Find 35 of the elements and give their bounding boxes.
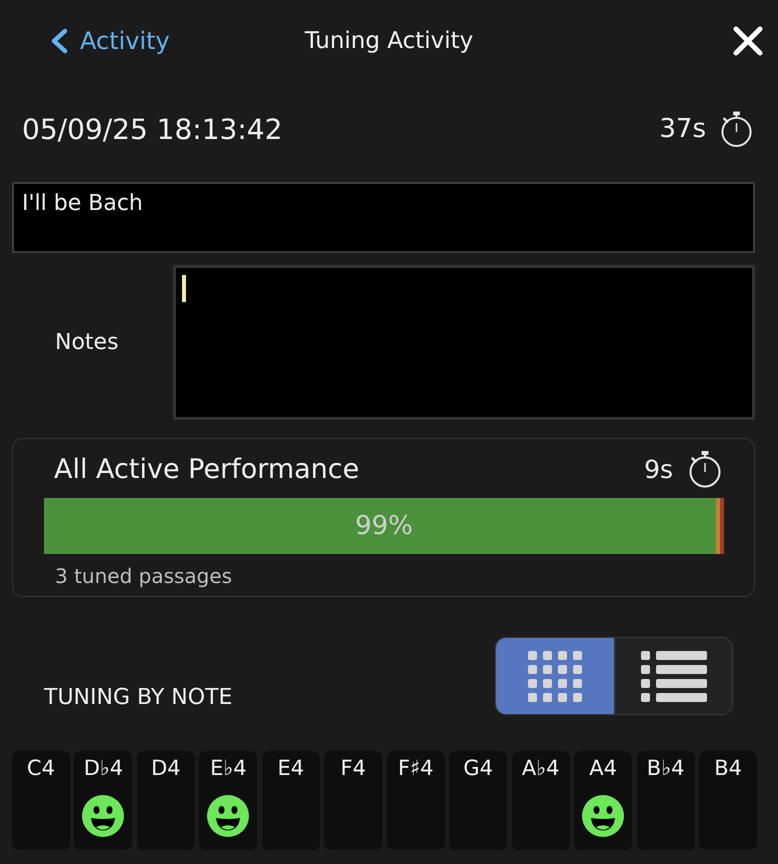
note-label: B♭4 bbox=[646, 756, 684, 780]
close-icon[interactable] bbox=[733, 26, 763, 56]
notes-label: Notes bbox=[55, 330, 119, 355]
note-label: E♭4 bbox=[210, 756, 247, 780]
smiley-face-icon bbox=[582, 795, 624, 837]
note-label: G4 bbox=[463, 756, 494, 780]
session-duration: 37s bbox=[659, 114, 706, 144]
section-heading: TUNING BY NOTE bbox=[44, 684, 232, 712]
smiley-face-icon bbox=[207, 795, 250, 837]
note-label: B4 bbox=[714, 756, 742, 780]
note-label: D♭4 bbox=[84, 756, 124, 780]
notes-field[interactable] bbox=[173, 265, 755, 420]
note-label: F♯4 bbox=[398, 756, 434, 780]
note-label: E4 bbox=[277, 756, 304, 780]
stopwatch-icon bbox=[688, 450, 722, 488]
stopwatch-icon bbox=[720, 110, 753, 148]
screen-title: Tuning Activity bbox=[304, 28, 474, 54]
back-button[interactable]: Activity bbox=[50, 26, 170, 56]
performance-title: All Active Performance bbox=[54, 454, 360, 484]
note-label: F4 bbox=[340, 756, 366, 780]
performance-percent: 99% bbox=[355, 510, 413, 542]
note-label: D4 bbox=[151, 756, 181, 780]
list-view-button[interactable] bbox=[614, 638, 732, 714]
note-label: C4 bbox=[26, 756, 55, 780]
note-label: A♭4 bbox=[522, 756, 560, 780]
smiley-face-icon bbox=[82, 795, 124, 837]
session-timestamp: 05/09/25 18:13:42 bbox=[22, 112, 284, 146]
note-label: A4 bbox=[589, 756, 618, 780]
passages-caption: 3 tuned passages bbox=[55, 564, 232, 588]
text-cursor-icon bbox=[182, 275, 186, 302]
chevron-left-icon bbox=[50, 28, 68, 54]
title-field[interactable]: I'll be Bach bbox=[12, 182, 755, 253]
grid-icon bbox=[528, 650, 582, 702]
performance-duration: 9s bbox=[644, 454, 673, 484]
list-icon bbox=[641, 650, 707, 702]
